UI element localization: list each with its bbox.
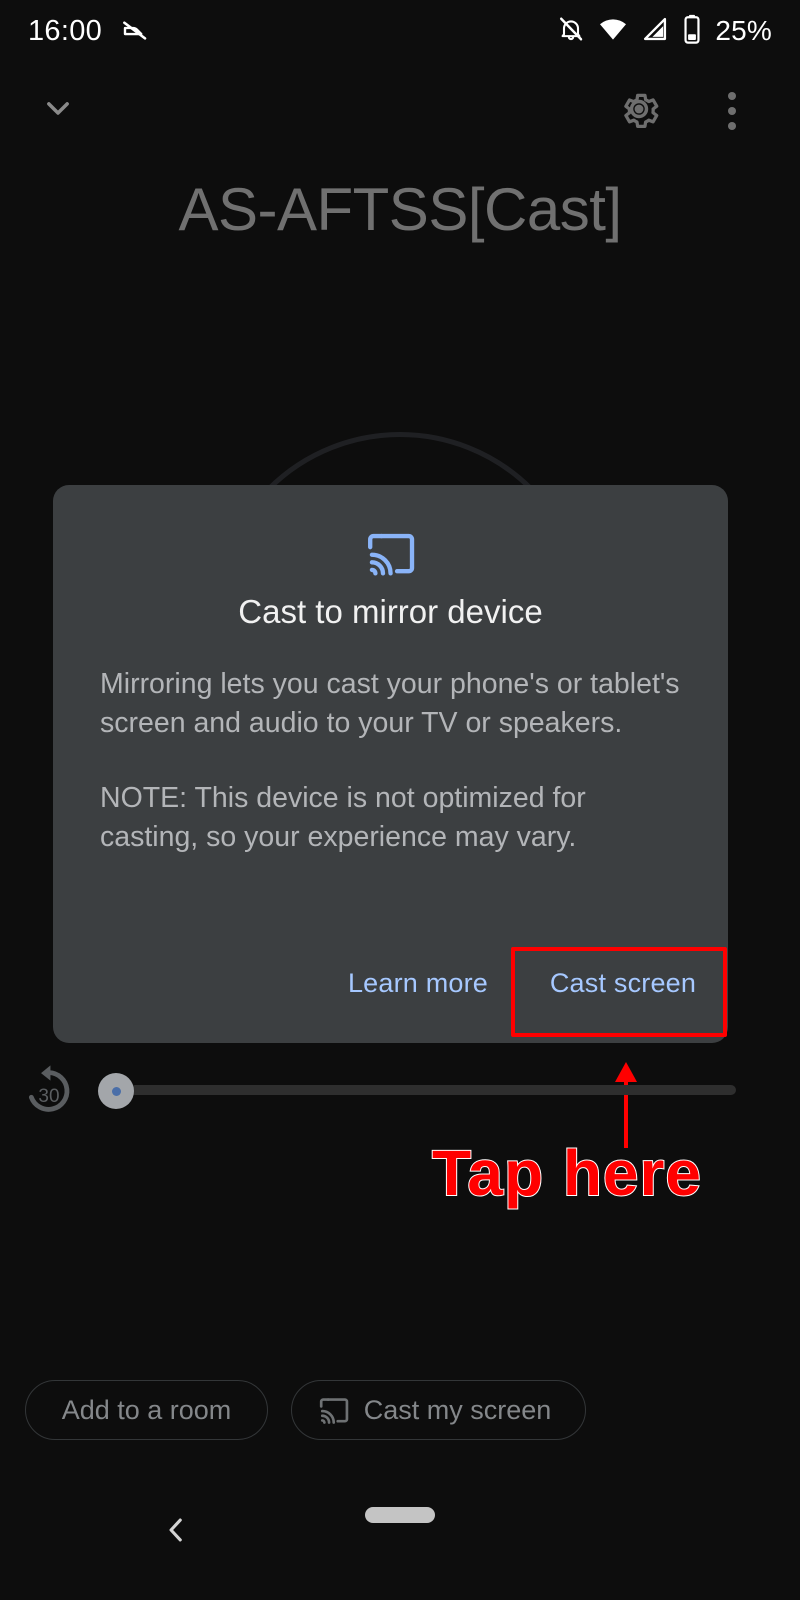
cast-my-screen-label: Cast my screen xyxy=(363,1394,552,1425)
dialog-body-paragraph-2: NOTE: This device is not optimized for c… xyxy=(100,782,586,853)
annotation-tap-here-label: Tap here xyxy=(431,1136,702,1210)
back-button[interactable] xyxy=(150,1506,202,1558)
gear-icon xyxy=(616,86,662,137)
dialog-title: Cast to mirror device xyxy=(238,593,543,630)
media-slider[interactable] xyxy=(98,1070,738,1112)
overflow-menu-button[interactable] xyxy=(706,82,758,140)
slider-thumb-dot xyxy=(111,1086,121,1096)
navigation-bar xyxy=(0,1480,800,1600)
add-to-a-room-chip[interactable]: Add to a room xyxy=(25,1380,268,1440)
settings-button[interactable] xyxy=(610,82,668,140)
cast-screen-button[interactable]: Cast screen xyxy=(523,950,723,1016)
cast-to-mirror-dialog: Cast to mirror device Mirroring lets you… xyxy=(53,485,728,1043)
dialog-actions: Learn more Cast screen xyxy=(53,940,728,1030)
add-to-a-room-label: Add to a room xyxy=(61,1394,232,1425)
cast-my-screen-chip[interactable]: Cast my screen xyxy=(291,1380,586,1440)
notifications-muted-icon xyxy=(120,14,150,49)
status-bar: 16:00 25% xyxy=(0,0,800,62)
cellular-signal-icon xyxy=(641,15,669,48)
chevron-left-icon xyxy=(159,1513,193,1552)
learn-more-button[interactable]: Learn more xyxy=(318,950,518,1016)
top-app-bar xyxy=(0,78,800,150)
replay-seconds-label: 30 xyxy=(38,1085,60,1107)
battery-icon xyxy=(682,14,702,49)
dialog-body-paragraph-1: Mirroring lets you cast your phone's or … xyxy=(100,668,680,739)
cast-icon xyxy=(318,1394,350,1426)
more-vert-icon xyxy=(728,89,736,134)
chip-row: Add to a room Cast my screen xyxy=(0,1380,800,1442)
slider-track[interactable] xyxy=(130,1085,736,1095)
battery-percent-label: 25% xyxy=(715,15,772,46)
status-bar-clock: 16:00 xyxy=(28,14,103,47)
device-title: AS-AFTSS[Cast] xyxy=(178,176,622,243)
bell-off-icon xyxy=(557,15,585,48)
home-pill-indicator[interactable] xyxy=(365,1507,435,1523)
dialog-body: Mirroring lets you cast your phone's or … xyxy=(100,665,680,857)
dialog-cast-icon-wrap xyxy=(53,527,728,584)
status-bar-right: 25% xyxy=(557,14,772,49)
cast-icon xyxy=(365,527,417,584)
chevron-down-icon xyxy=(38,88,78,133)
slider-thumb[interactable] xyxy=(98,1073,134,1109)
status-bar-left: 16:00 xyxy=(28,14,150,49)
wifi-icon xyxy=(598,14,628,49)
collapse-button[interactable] xyxy=(30,82,86,138)
phone-screen: 16:00 25% AS-AFTSS[Cast] Cast to mirror … xyxy=(0,0,800,1600)
